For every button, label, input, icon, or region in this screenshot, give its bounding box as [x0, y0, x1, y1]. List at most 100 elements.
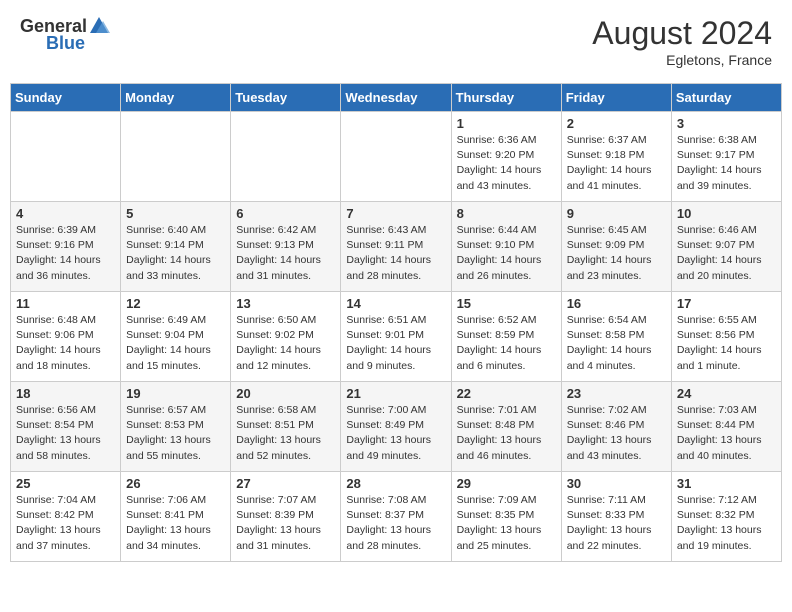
- day-info: Sunrise: 6:43 AMSunset: 9:11 PMDaylight:…: [346, 223, 445, 284]
- calendar-cell: 16 Sunrise: 6:54 AMSunset: 8:58 PMDayligh…: [561, 292, 671, 382]
- day-info: Sunrise: 6:46 AMSunset: 9:07 PMDaylight:…: [677, 223, 776, 284]
- day-info: Sunrise: 6:44 AMSunset: 9:10 PMDaylight:…: [457, 223, 556, 284]
- day-number: 19: [126, 386, 225, 401]
- calendar-cell: 9 Sunrise: 6:45 AMSunset: 9:09 PMDaylight…: [561, 202, 671, 292]
- day-info: Sunrise: 6:38 AMSunset: 9:17 PMDaylight:…: [677, 133, 776, 194]
- day-of-week-header: Thursday: [451, 84, 561, 112]
- day-info: Sunrise: 7:00 AMSunset: 8:49 PMDaylight:…: [346, 403, 445, 464]
- day-number: 11: [16, 296, 115, 311]
- day-number: 16: [567, 296, 666, 311]
- day-number: 14: [346, 296, 445, 311]
- day-number: 6: [236, 206, 335, 221]
- day-info: Sunrise: 7:06 AMSunset: 8:41 PMDaylight:…: [126, 493, 225, 554]
- day-info: Sunrise: 6:54 AMSunset: 8:58 PMDaylight:…: [567, 313, 666, 374]
- calendar-cell: 6 Sunrise: 6:42 AMSunset: 9:13 PMDaylight…: [231, 202, 341, 292]
- day-info: Sunrise: 6:49 AMSunset: 9:04 PMDaylight:…: [126, 313, 225, 374]
- calendar-cell: 1Sunrise: 6:36 AMSunset: 9:20 PMDaylight…: [451, 112, 561, 202]
- logo-icon: [88, 15, 110, 37]
- calendar-cell: 23Sunrise: 7:02 AMSunset: 8:46 PMDayligh…: [561, 382, 671, 472]
- day-number: 21: [346, 386, 445, 401]
- calendar-cell: 29 Sunrise: 7:09 AMSunset: 8:35 PMDayligh…: [451, 472, 561, 562]
- calendar-cell: 24Sunrise: 7:03 AMSunset: 8:44 PMDayligh…: [671, 382, 781, 472]
- day-number: 29: [457, 476, 556, 491]
- day-info: Sunrise: 6:55 AMSunset: 8:56 PMDaylight:…: [677, 313, 776, 374]
- calendar-cell: 17 Sunrise: 6:55 AMSunset: 8:56 PMDayligh…: [671, 292, 781, 382]
- day-info: Sunrise: 7:01 AMSunset: 8:48 PMDaylight:…: [457, 403, 556, 464]
- calendar-cell: 22 Sunrise: 7:01 AMSunset: 8:48 PMDayligh…: [451, 382, 561, 472]
- location: Egletons, France: [592, 52, 772, 68]
- day-info: Sunrise: 6:51 AMSunset: 9:01 PMDaylight:…: [346, 313, 445, 374]
- day-info: Sunrise: 7:08 AMSunset: 8:37 PMDaylight:…: [346, 493, 445, 554]
- day-number: 30: [567, 476, 666, 491]
- calendar-cell: 14 Sunrise: 6:51 AMSunset: 9:01 PMDayligh…: [341, 292, 451, 382]
- day-info: Sunrise: 7:11 AMSunset: 8:33 PMDaylight:…: [567, 493, 666, 554]
- day-info: Sunrise: 7:04 AMSunset: 8:42 PMDaylight:…: [16, 493, 115, 554]
- day-number: 25: [16, 476, 115, 491]
- calendar-cell: 7 Sunrise: 6:43 AMSunset: 9:11 PMDaylight…: [341, 202, 451, 292]
- calendar-cell: 20 Sunrise: 6:58 AMSunset: 8:51 PMDayligh…: [231, 382, 341, 472]
- calendar-cell: 21 Sunrise: 7:00 AMSunset: 8:49 PMDayligh…: [341, 382, 451, 472]
- day-number: 13: [236, 296, 335, 311]
- day-number: 18: [16, 386, 115, 401]
- day-number: 27: [236, 476, 335, 491]
- calendar-cell: 26 Sunrise: 7:06 AMSunset: 8:41 PMDayligh…: [121, 472, 231, 562]
- day-number: 28: [346, 476, 445, 491]
- day-of-week-header: Sunday: [11, 84, 121, 112]
- calendar-cell: [341, 112, 451, 202]
- day-info: Sunrise: 6:57 AMSunset: 8:53 PMDaylight:…: [126, 403, 225, 464]
- day-number: 22: [457, 386, 556, 401]
- day-number: 3: [677, 116, 776, 131]
- day-number: 7: [346, 206, 445, 221]
- calendar-cell: [231, 112, 341, 202]
- day-info: Sunrise: 7:02 AMSunset: 8:46 PMDaylight:…: [567, 403, 666, 464]
- day-number: 4: [16, 206, 115, 221]
- day-info: Sunrise: 6:48 AMSunset: 9:06 PMDaylight:…: [16, 313, 115, 374]
- calendar-cell: 31 Sunrise: 7:12 AMSunset: 8:32 PMDayligh…: [671, 472, 781, 562]
- calendar-cell: 28 Sunrise: 7:08 AMSunset: 8:37 PMDayligh…: [341, 472, 451, 562]
- calendar-cell: 4 Sunrise: 6:39 AMSunset: 9:16 PMDaylight…: [11, 202, 121, 292]
- day-number: 20: [236, 386, 335, 401]
- calendar-cell: [11, 112, 121, 202]
- day-number: 26: [126, 476, 225, 491]
- title-block: August 2024 Egletons, France: [592, 15, 772, 68]
- day-of-week-header: Saturday: [671, 84, 781, 112]
- calendar-cell: 13 Sunrise: 6:50 AMSunset: 9:02 PMDayligh…: [231, 292, 341, 382]
- day-info: Sunrise: 7:09 AMSunset: 8:35 PMDaylight:…: [457, 493, 556, 554]
- day-info: Sunrise: 6:58 AMSunset: 8:51 PMDaylight:…: [236, 403, 335, 464]
- day-info: Sunrise: 7:07 AMSunset: 8:39 PMDaylight:…: [236, 493, 335, 554]
- day-info: Sunrise: 6:45 AMSunset: 9:09 PMDaylight:…: [567, 223, 666, 284]
- calendar-cell: 18 Sunrise: 6:56 AMSunset: 8:54 PMDayligh…: [11, 382, 121, 472]
- day-number: 2: [567, 116, 666, 131]
- day-number: 8: [457, 206, 556, 221]
- day-number: 5: [126, 206, 225, 221]
- calendar-cell: 15Sunrise: 6:52 AMSunset: 8:59 PMDayligh…: [451, 292, 561, 382]
- page-header: General Blue August 2024 Egletons, Franc…: [10, 10, 782, 73]
- calendar-header: SundayMondayTuesdayWednesdayThursdayFrid…: [11, 84, 782, 112]
- day-info: Sunrise: 6:40 AMSunset: 9:14 PMDaylight:…: [126, 223, 225, 284]
- calendar-table: SundayMondayTuesdayWednesdayThursdayFrid…: [10, 83, 782, 562]
- calendar-cell: 5 Sunrise: 6:40 AMSunset: 9:14 PMDaylight…: [121, 202, 231, 292]
- day-number: 31: [677, 476, 776, 491]
- calendar-cell: [121, 112, 231, 202]
- day-info: Sunrise: 7:12 AMSunset: 8:32 PMDaylight:…: [677, 493, 776, 554]
- day-of-week-header: Monday: [121, 84, 231, 112]
- day-info: Sunrise: 6:56 AMSunset: 8:54 PMDaylight:…: [16, 403, 115, 464]
- day-number: 1: [457, 116, 556, 131]
- calendar-cell: 3 Sunrise: 6:38 AMSunset: 9:17 PMDaylight…: [671, 112, 781, 202]
- calendar-cell: 12 Sunrise: 6:49 AMSunset: 9:04 PMDayligh…: [121, 292, 231, 382]
- day-info: Sunrise: 6:42 AMSunset: 9:13 PMDaylight:…: [236, 223, 335, 284]
- calendar-cell: 10 Sunrise: 6:46 AMSunset: 9:07 PMDayligh…: [671, 202, 781, 292]
- month-year: August 2024: [592, 15, 772, 52]
- logo-blue: Blue: [46, 33, 85, 54]
- day-info: Sunrise: 6:50 AMSunset: 9:02 PMDaylight:…: [236, 313, 335, 374]
- day-number: 9: [567, 206, 666, 221]
- calendar-cell: 11 Sunrise: 6:48 AMSunset: 9:06 PMDayligh…: [11, 292, 121, 382]
- day-info: Sunrise: 6:39 AMSunset: 9:16 PMDaylight:…: [16, 223, 115, 284]
- day-of-week-header: Wednesday: [341, 84, 451, 112]
- day-info: Sunrise: 6:52 AMSunset: 8:59 PMDaylight:…: [457, 313, 556, 374]
- day-number: 10: [677, 206, 776, 221]
- calendar-cell: 2Sunrise: 6:37 AMSunset: 9:18 PMDaylight…: [561, 112, 671, 202]
- day-number: 17: [677, 296, 776, 311]
- day-number: 12: [126, 296, 225, 311]
- day-info: Sunrise: 7:03 AMSunset: 8:44 PMDaylight:…: [677, 403, 776, 464]
